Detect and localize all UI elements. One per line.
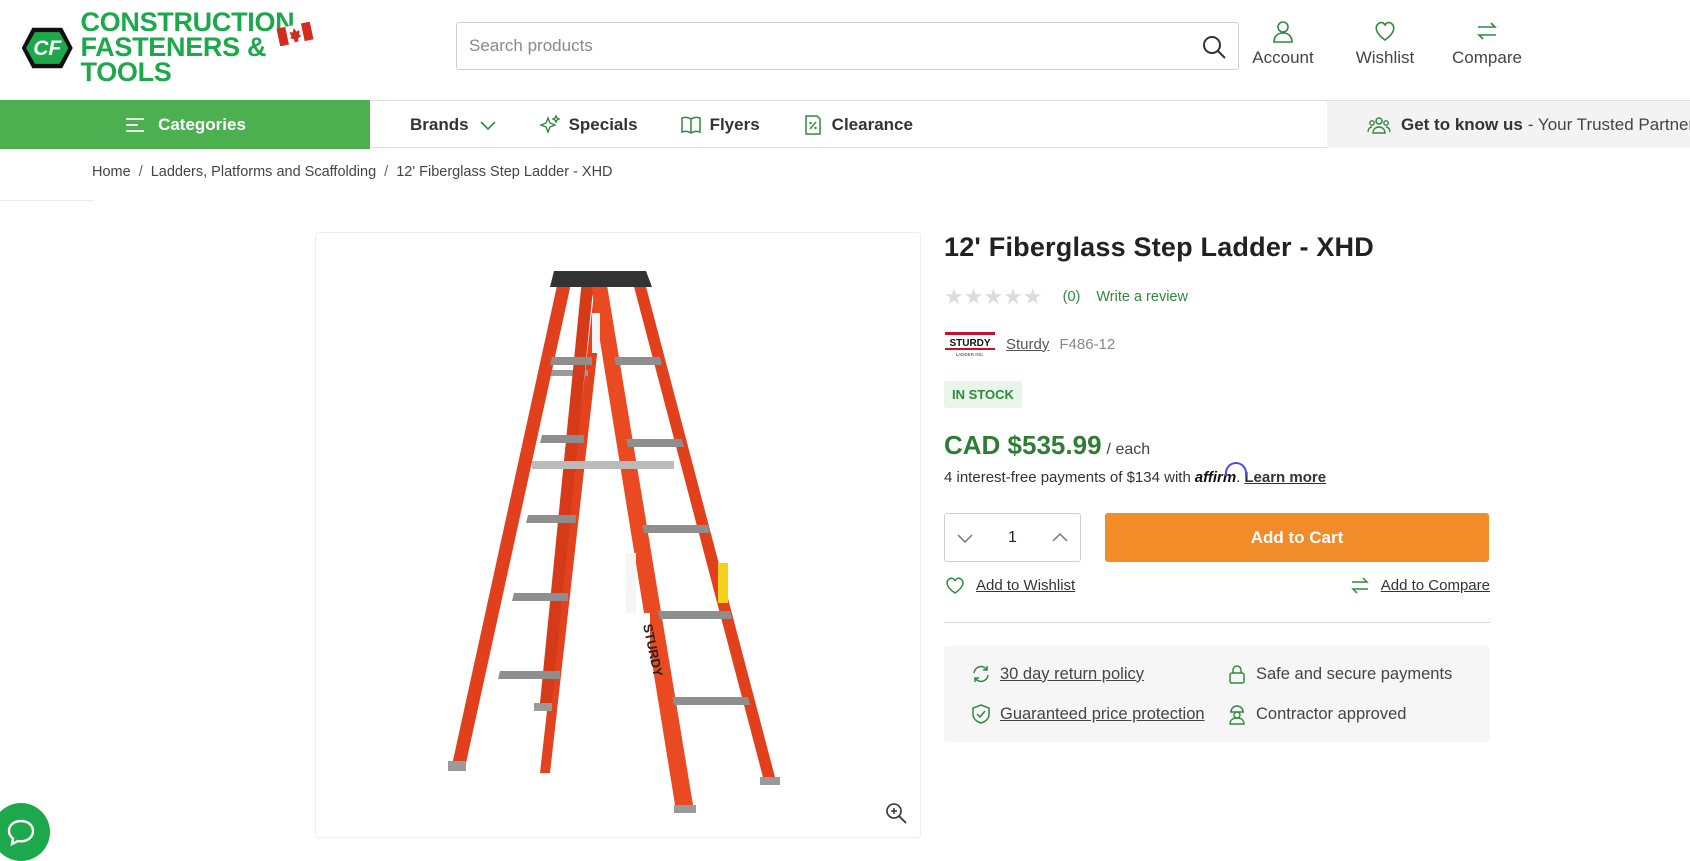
breadcrumb-separator: / [138, 164, 143, 180]
zoom-in-icon[interactable] [884, 801, 908, 825]
stock-badge: IN STOCK [944, 381, 1022, 408]
breadcrumb-divider [0, 200, 94, 201]
canada-flag-icon [276, 22, 314, 46]
compare-arrows-icon [1350, 577, 1369, 594]
promo-title: Get to know us [1401, 114, 1523, 134]
promo-banner[interactable]: Get to know us - Your Trusted Partner in [1327, 101, 1690, 148]
nav-specials-label: Specials [568, 114, 638, 134]
review-count[interactable]: (0) [1063, 289, 1081, 305]
add-to-compare-label: Add to Compare [1380, 576, 1490, 594]
header-actions: Account Wishlist Compare [1232, 18, 1538, 68]
learn-more-link[interactable]: Learn more [1244, 469, 1326, 486]
wishlist-label: Wishlist [1355, 48, 1415, 67]
book-icon [680, 116, 701, 134]
secure-payments-label: Safe and secure payments [1256, 664, 1453, 683]
account-link[interactable]: Account [1232, 18, 1334, 68]
add-to-compare-link[interactable]: Add to Compare [1349, 574, 1490, 596]
product-image-panel[interactable]: STURDY [315, 232, 921, 838]
breadcrumb: Home / Ladders, Platforms and Scaffoldin… [92, 164, 613, 180]
add-to-wishlist-label: Add to Wishlist [976, 576, 1076, 594]
price-protection-link[interactable]: Guaranteed price protection [970, 703, 1205, 725]
breadcrumb-current: 12' Fiberglass Step Ladder - XHD [396, 164, 613, 180]
decrease-quantity-icon[interactable] [955, 528, 975, 548]
people-group-icon [1367, 116, 1391, 134]
search-box [456, 22, 1239, 70]
add-to-cart-button[interactable]: Add to Cart [1105, 513, 1489, 562]
site-header: CF CONSTRUCTION FASTENERS & TOOLS Accoun… [0, 0, 1690, 100]
brand-logo-sub: LADDER INC. [956, 352, 985, 357]
secure-payments: Safe and secure payments [1226, 663, 1452, 685]
account-label: Account [1252, 48, 1314, 67]
promo-text: - Your Trusted Partner in [1527, 114, 1690, 134]
heart-icon [946, 577, 964, 594]
categories-label: Categories [158, 114, 246, 134]
write-review-link[interactable]: Write a review [1096, 289, 1188, 305]
search-icon[interactable] [1200, 33, 1228, 61]
brand-logo-text: STURDY [949, 338, 990, 349]
price-unit: / each [1106, 441, 1151, 458]
categories-button[interactable]: Categories [0, 100, 370, 149]
nav-flyers[interactable]: Flyers [680, 114, 760, 136]
chevron-down-icon [480, 120, 496, 130]
user-icon [1273, 21, 1293, 43]
compare-link[interactable]: Compare [1436, 18, 1538, 68]
price-protection-label: Guaranteed price protection [1000, 704, 1205, 723]
shield-check-icon [972, 704, 990, 724]
brand-link[interactable]: Sturdy [1006, 336, 1049, 353]
brand-row: STURDY LADDER INC. Sturdy F486-12 [944, 330, 1115, 358]
product-title: 12' Fiberglass Step Ladder - XHD [944, 232, 1374, 262]
sparkle-icon [538, 113, 561, 134]
nav-clearance-label: Clearance [831, 114, 913, 134]
affirm-row: 4 interest-free payments of $134 with af… [944, 462, 1326, 486]
nav-clearance[interactable]: Clearance [802, 114, 913, 136]
add-to-wishlist-link[interactable]: Add to Wishlist [944, 574, 1075, 596]
star-rating-icon: ★★★★★ [944, 284, 1043, 309]
chat-bubble-icon [7, 819, 35, 847]
nav-brands[interactable]: Brands [410, 115, 497, 135]
breadcrumb-home[interactable]: Home [92, 164, 131, 180]
increase-quantity-icon[interactable] [1050, 528, 1070, 548]
section-divider [944, 622, 1490, 623]
main-nav: Categories Brands Specials Flyers Cleara… [0, 100, 1690, 149]
affirm-logo: affirm [1194, 462, 1248, 486]
nav-brands-label: Brands [410, 114, 469, 134]
worker-icon [1229, 705, 1245, 725]
compare-label: Compare [1452, 48, 1522, 67]
wishlist-link[interactable]: Wishlist [1334, 18, 1436, 68]
receipt-percent-icon [804, 114, 821, 135]
search-input[interactable] [469, 23, 1169, 69]
affirm-text: 4 interest-free payments of $134 with [944, 469, 1191, 486]
nav-flyers-label: Flyers [709, 114, 760, 134]
refresh-icon [973, 665, 989, 683]
product-sku: F486-12 [1059, 335, 1116, 353]
breadcrumb-separator: / [384, 164, 389, 180]
rating-row: ★★★★★ (0) Write a review [944, 284, 1188, 310]
contractor-approved: Contractor approved [1226, 703, 1406, 725]
site-logo[interactable]: CF CONSTRUCTION FASTENERS & TOOLS [20, 9, 330, 86]
menu-icon [126, 117, 145, 132]
quantity-stepper: 1 [944, 513, 1081, 562]
product-price: CAD $535.99 [944, 430, 1102, 460]
product-info: 12' Fiberglass Step Ladder - XHD ★★★★★ (… [944, 232, 1490, 742]
nav-items: Brands Specials Flyers Clearance [410, 101, 955, 148]
product-image-ladder: STURDY [448, 271, 780, 813]
price-row: CAD $535.99 / each [944, 430, 1150, 461]
wishlist-compare-row: Add to Wishlist Add to Compare [944, 574, 1490, 598]
lock-icon [1229, 665, 1245, 684]
return-policy-link[interactable]: 30 day return policy [970, 663, 1144, 685]
live-chat-button[interactable] [0, 803, 50, 861]
svg-text:CF: CF [33, 37, 62, 60]
nav-specials[interactable]: Specials [538, 113, 638, 136]
breadcrumb-category[interactable]: Ladders, Platforms and Scaffolding [151, 164, 376, 180]
contractor-approved-label: Contractor approved [1256, 704, 1407, 723]
compare-arrows-icon [1477, 22, 1497, 40]
cf-logo-icon: CF [21, 27, 73, 68]
return-policy-label: 30 day return policy [1000, 664, 1144, 683]
sturdy-brand-logo[interactable]: STURDY LADDER INC. [944, 330, 996, 358]
quantity-value[interactable]: 1 [1008, 529, 1017, 547]
assurance-box: 30 day return policy Safe and secure pay… [944, 646, 1490, 742]
heart-icon [1375, 21, 1395, 41]
